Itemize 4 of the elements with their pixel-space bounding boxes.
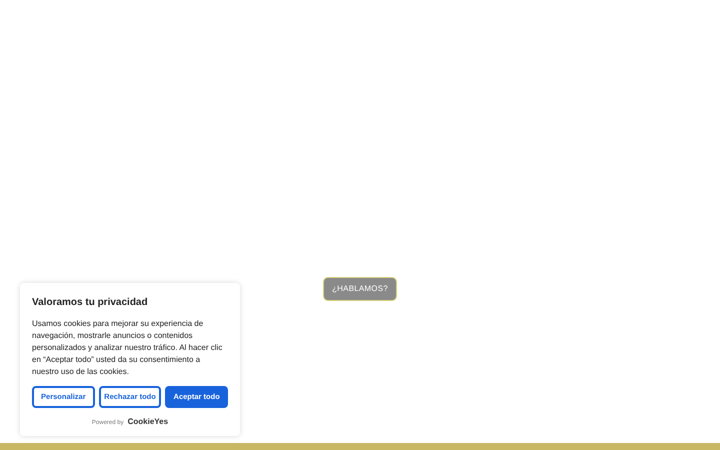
- banner-title: Valoramos tu privacidad: [32, 296, 149, 310]
- brand-logo: CookieYes: [128, 416, 168, 428]
- chat-button[interactable]: ¿HABLAMOS?: [323, 277, 397, 301]
- banner-text: Usamos cookies para mejorar su experiencia de navegación, mostrarle anuncios o contenidos personalizados y analizar nuestro tráfico. Al hacer clic en “Aceptar todo” usted da su consentimiento a nuestro uso de las cookies.: [32, 318, 224, 378]
